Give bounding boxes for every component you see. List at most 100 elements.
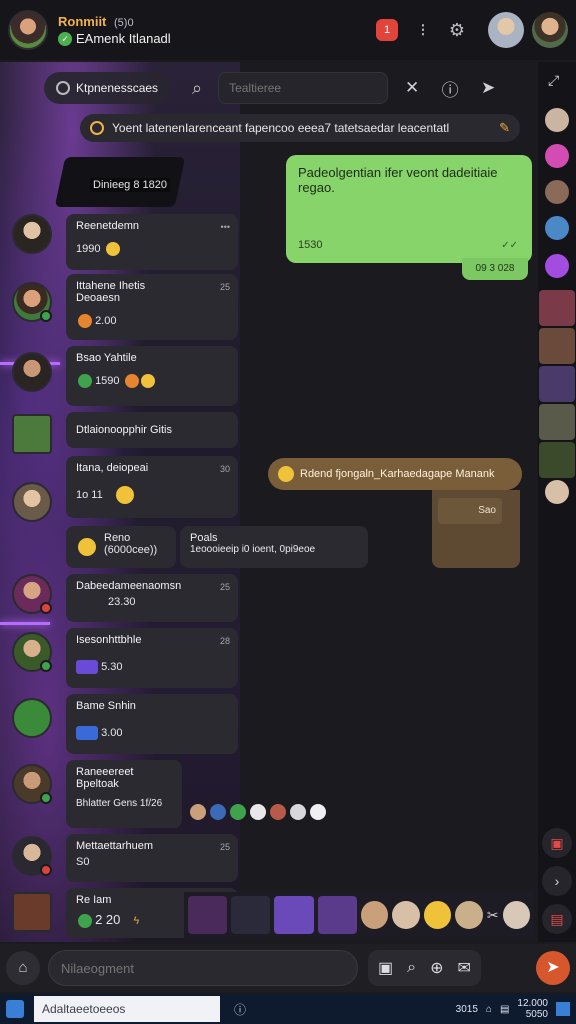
chat-message[interactable]: Mettaettarhuem 25 S0 [66,834,238,882]
rail-avatar[interactable] [545,108,569,132]
sender-avatar[interactable] [12,764,52,804]
gallery-icon[interactable]: ▤ [542,904,572,934]
sender-avatar[interactable] [12,892,52,932]
media-icon[interactable]: ▣ [542,828,572,858]
sender-avatar[interactable] [12,214,52,254]
sender-avatar[interactable] [12,282,52,322]
outgoing-message[interactable]: Padeolgentian ifer veont dadeitiaie rega… [286,155,532,263]
mention-preview[interactable]: Sao [432,490,520,568]
mail-icon[interactable]: ✉ [458,958,471,978]
right-member-rail: ⤢ ▣ › ▤ [538,62,576,942]
pinned-message-banner[interactable]: Yoent latenenIarenceant fapencoo eeea7 t… [80,114,520,142]
reaction-avatar[interactable] [210,804,226,820]
bag-icon[interactable]: ▤ [500,1004,509,1015]
sender-avatar[interactable] [12,414,52,454]
media-thumb[interactable] [231,896,271,934]
reaction-avatar[interactable] [290,804,306,820]
sender-avatar[interactable] [12,632,52,672]
sender-name: Dtlaionoopphir Gitis [76,424,172,436]
reaction-avatar[interactable] [250,804,266,820]
chat-message[interactable]: Ittahene Ihetis Deoaesn 25 2.00 [66,274,238,340]
search-icon[interactable]: ⌕ [407,959,416,977]
reaction-avatar[interactable] [230,804,246,820]
member-avatar[interactable] [455,901,483,929]
clock-time: 12.000 [517,998,548,1009]
rail-avatar[interactable] [545,216,569,240]
clock-date: 5050 [525,1009,548,1020]
sender-avatar[interactable] [12,352,52,392]
emoji-avatar[interactable] [423,901,452,929]
status-dot-icon [40,602,52,614]
home-icon[interactable]: ⌂ [6,951,40,985]
rail-avatar[interactable] [545,480,569,504]
zoom-icon[interactable]: ⊕ [430,958,443,978]
rail-avatar[interactable] [545,144,569,168]
rail-avatar[interactable] [545,254,569,278]
rail-thumb[interactable] [539,404,575,440]
rail-avatar[interactable] [545,180,569,204]
reaction-avatar[interactable] [270,804,286,820]
sender-avatar[interactable] [12,574,52,614]
chat-message[interactable]: Reenetdemn ••• 1990 [66,214,238,270]
system-tray: 3015 ⌂ ▤ 12.000 5050 [456,998,570,1020]
pencil-icon[interactable]: ✎ [499,120,510,136]
room-avatar[interactable] [8,10,48,50]
gear-icon[interactable]: ⚙ [446,19,468,41]
chevron-icon[interactable]: › [542,866,572,896]
sender-avatar[interactable] [12,698,52,738]
rail-thumb[interactable] [539,442,575,478]
member-avatar[interactable] [392,901,420,929]
chat-message[interactable]: Raneeereet Bpeltoak Bhlatter Gens 1f/26 [66,760,182,828]
chat-message[interactable]: Poals 1eoooieeip i0 ioent, 0pi9eoe [180,526,368,568]
chat-message[interactable]: Isesonhttbhle 28 5.30 [66,628,238,688]
reaction-avatar[interactable] [310,804,326,820]
rail-thumb[interactable] [539,366,575,402]
mention-message[interactable]: Rdend fjongaln_Karhaedagape Manank [268,458,522,490]
info-icon[interactable]: ⓘ [436,76,464,101]
room-pill[interactable]: Ktpnenesscaes [44,72,171,104]
member-avatar[interactable] [488,12,524,48]
chat-message[interactable]: Bsao Yahtile 1590 [66,346,238,406]
chat-message[interactable]: Itana, deiopeai 30 1o 11 [66,456,238,518]
info-icon[interactable]: ⓘ [234,1001,246,1018]
search-icon[interactable]: ⌕ [182,78,212,99]
rail-thumb[interactable] [539,328,575,364]
media-thumb[interactable] [317,896,357,934]
sender-avatar[interactable] [12,482,52,522]
search-input[interactable] [218,72,389,104]
message-time: 1590 [95,374,120,387]
message-input[interactable] [48,950,358,986]
online-dot-icon [40,660,52,672]
expand-icon[interactable]: ⤢ [548,72,559,89]
taskbar-search[interactable]: Adaltaeetoeeos [34,996,220,1022]
user-avatar[interactable] [532,12,568,48]
rail-thumb[interactable] [539,290,575,326]
tools-icon[interactable]: ✂ [487,907,499,924]
media-thumb[interactable] [274,896,314,934]
sender-name: Itana, deiopeai [76,462,149,474]
send-button[interactable]: ➤ [536,951,570,985]
chat-message[interactable]: Bame Snhin 3.00 [66,694,238,754]
image-icon[interactable]: ▣ [378,958,393,978]
message-time: 5.30 [101,660,123,673]
pin-icon[interactable]: ➤ [474,78,502,98]
notification-icon[interactable] [556,1002,570,1016]
reaction-avatar[interactable] [190,804,206,820]
dots-icon[interactable]: ⁝ [412,19,434,41]
chat-message[interactable]: Dtlaionoopphir Gitis [66,412,238,448]
member-avatar[interactable] [502,901,531,929]
chat-message[interactable]: Dabeedameenaomsn 25 23.30 [66,574,238,622]
reaction-emoji-icon [78,914,92,929]
mention-preview-text: Sao [438,498,502,524]
start-icon[interactable] [6,1000,24,1018]
close-icon[interactable]: ✕ [398,78,426,98]
sender-avatar[interactable] [12,836,52,876]
chat-message[interactable]: Reno (6000cee)) [66,526,176,568]
room-title-text: Ronmiit [58,14,107,29]
member-avatar[interactable] [360,901,389,929]
media-thumb[interactable] [188,896,228,934]
home-icon[interactable]: ⌂ [486,1004,492,1015]
clock[interactable]: 12.000 5050 [517,998,548,1020]
reaction-row[interactable] [190,804,326,820]
notification-badge[interactable]: 1 [376,19,398,41]
